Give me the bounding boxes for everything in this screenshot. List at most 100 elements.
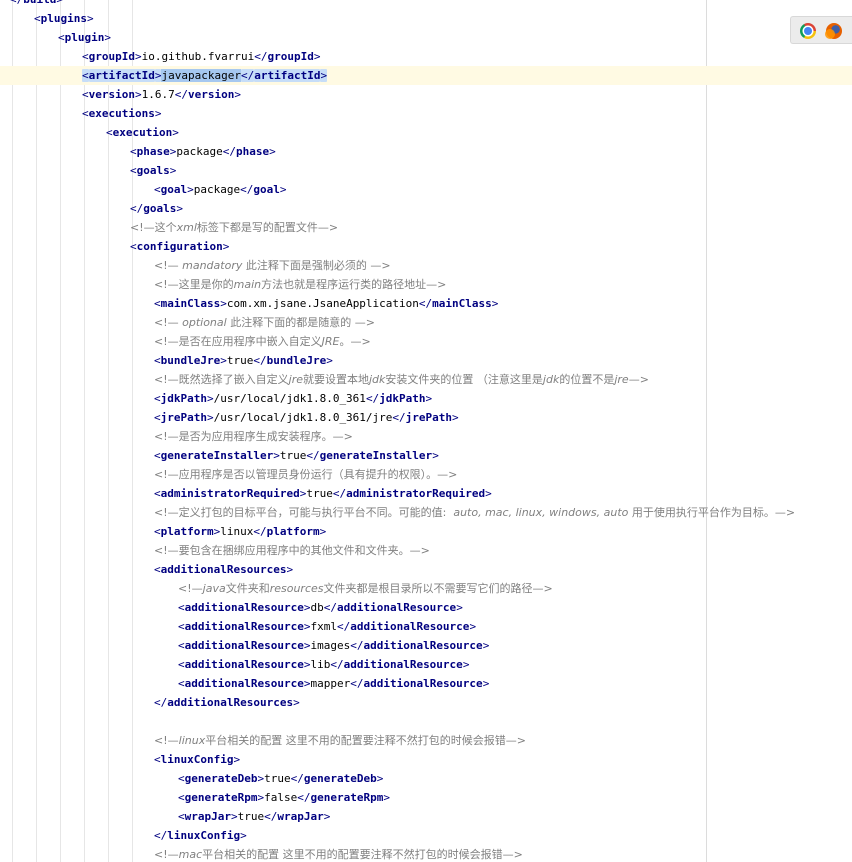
xml-comment: optional bbox=[182, 316, 227, 329]
tag-bracket: > bbox=[462, 658, 470, 671]
xml-tag-name: generateDeb bbox=[303, 772, 377, 785]
xml-comment: java bbox=[202, 582, 226, 595]
xml-comment: > bbox=[365, 316, 375, 329]
xml-tag-name: platform bbox=[266, 525, 320, 538]
code-line[interactable]: <!— mandatory 此注释下面是强制必须的 —> bbox=[0, 256, 852, 275]
code-line[interactable]: <additionalResources> bbox=[0, 560, 852, 579]
code-line[interactable]: <additionalResource>images</additionalRe… bbox=[0, 636, 852, 655]
code-line[interactable]: <bundleJre>true</bundleJre> bbox=[0, 351, 852, 370]
xml-tag-name: platform bbox=[160, 525, 214, 538]
tag-bracket: > bbox=[319, 525, 327, 538]
xml-comment: — bbox=[167, 848, 179, 861]
code-line[interactable]: <executions> bbox=[0, 104, 852, 123]
xml-comment: 的位置不是 bbox=[559, 373, 615, 386]
xml-comment: linux bbox=[178, 734, 206, 747]
code-line[interactable]: <additionalResource>lib</additionalResou… bbox=[0, 655, 852, 674]
code-line[interactable]: <jdkPath>/usr/local/jdk1.8.0_361</jdkPat… bbox=[0, 389, 852, 408]
code-line[interactable]: <additionalResource>mapper</additionalRe… bbox=[0, 674, 852, 693]
code-line[interactable]: <!—是否在应用程序中嵌入自定义JRE。—> bbox=[0, 332, 852, 351]
tag-bracket: > bbox=[482, 677, 490, 690]
code-line[interactable]: <!—是否为应用程序生成安装程序。—> bbox=[0, 427, 852, 446]
code-line[interactable]: <!— optional 此注释下面的都是随意的 —> bbox=[0, 313, 852, 332]
code-line[interactable]: <additionalResource>fxml</additionalReso… bbox=[0, 617, 852, 636]
xml-text-value: true bbox=[226, 354, 254, 367]
tag-bracket: > bbox=[176, 202, 183, 215]
code-line[interactable]: <!—既然选择了嵌入自定义jre就要设置本地jdk安装文件夹的位置 （注意这里是… bbox=[0, 370, 852, 389]
code-line[interactable]: <phase>package</phase> bbox=[0, 142, 852, 161]
tag-bracket: > bbox=[269, 145, 276, 158]
xml-text-value: images bbox=[310, 639, 351, 652]
tag-bracket: < bbox=[58, 31, 65, 44]
code-line[interactable]: <plugin> bbox=[0, 28, 852, 47]
code-line[interactable]: <linuxConfig> bbox=[0, 750, 852, 769]
tag-bracket: < bbox=[82, 50, 89, 63]
tag-bracket: </ bbox=[365, 392, 380, 405]
xml-tag-name: jdkPath bbox=[379, 392, 426, 405]
code-line[interactable]: <!—要包含在捆绑应用程序中的其他文件和文件夹。—> bbox=[0, 541, 852, 560]
xml-tag-name: bundleJre bbox=[266, 354, 327, 367]
xml-comment: jdk bbox=[369, 373, 386, 386]
code-line[interactable]: <configuration> bbox=[0, 237, 852, 256]
xml-comment: — bbox=[191, 582, 203, 595]
firefox-icon[interactable] bbox=[825, 23, 842, 39]
xml-comment: —这个 bbox=[143, 221, 177, 234]
code-line[interactable]: </build> bbox=[0, 0, 852, 9]
code-line[interactable] bbox=[0, 712, 852, 731]
xml-tag-name: additionalResource bbox=[184, 601, 304, 614]
code-line[interactable]: <additionalResource>db</additionalResour… bbox=[0, 598, 852, 617]
tag-bracket: < bbox=[106, 126, 113, 139]
tag-bracket: > bbox=[326, 354, 333, 367]
code-line[interactable]: <mainClass>com.xm.jsane.JsaneApplication… bbox=[0, 294, 852, 313]
code-line[interactable]: <!—定义打包的目标平台，可能与执行平台不同。可能的值: auto, mac, … bbox=[0, 503, 852, 522]
xml-comment: — bbox=[628, 373, 640, 386]
tag-bracket: </ bbox=[323, 601, 337, 614]
xml-tag-name: executions bbox=[88, 107, 155, 120]
code-line[interactable]: <goal>package</goal> bbox=[0, 180, 852, 199]
code-line[interactable]: <generateDeb>true</generateDeb> bbox=[0, 769, 852, 788]
code-line[interactable]: <generateRpm>false</generateRpm> bbox=[0, 788, 852, 807]
code-line[interactable]: <platform>linux</platform> bbox=[0, 522, 852, 541]
code-line[interactable]: <wrapJar>true</wrapJar> bbox=[0, 807, 852, 826]
tag-bracket: < bbox=[82, 107, 89, 120]
code-line[interactable]: <plugins> bbox=[0, 9, 852, 28]
xml-tag-name: plugins bbox=[40, 12, 87, 25]
tag-bracket: > bbox=[485, 487, 492, 500]
xml-text-value: mapper bbox=[310, 677, 351, 690]
xml-comment: <! bbox=[154, 430, 168, 443]
tag-bracket: > bbox=[293, 696, 300, 709]
xml-tag-name: additionalResource bbox=[184, 677, 304, 690]
code-line[interactable]: </additionalResources> bbox=[0, 693, 852, 712]
tag-bracket: > bbox=[172, 126, 179, 139]
xml-tag-name: goals bbox=[136, 164, 170, 177]
code-line[interactable]: <!—这里是你的main方法也就是程序运行类的路径地址—> bbox=[0, 275, 852, 294]
code-line[interactable]: <jrePath>/usr/local/jdk1.8.0_361/jre</jr… bbox=[0, 408, 852, 427]
code-line[interactable]: <!—这个xml标签下都是写的配置文件—> bbox=[0, 218, 852, 237]
xml-text-value: /usr/local/jdk1.8.0_361 bbox=[213, 392, 366, 405]
code-line[interactable]: <version>1.6.7</version> bbox=[0, 85, 852, 104]
tag-bracket: > bbox=[279, 183, 287, 196]
xml-comment: 标签下都是写的配置文件— bbox=[196, 221, 329, 234]
code-line[interactable]: <execution> bbox=[0, 123, 852, 142]
tag-bracket: </ bbox=[253, 354, 267, 367]
code-line[interactable]: <goals> bbox=[0, 161, 852, 180]
xml-text-value: db bbox=[310, 601, 324, 614]
code-line[interactable]: <generateInstaller>true</generateInstall… bbox=[0, 446, 852, 465]
code-line-current[interactable]: <artifactId>javapackager</artifactId> bbox=[0, 66, 852, 85]
tag-bracket: </ bbox=[306, 449, 320, 462]
code-line[interactable]: <!—mac平台相关的配置 这里不用的配置要注释不然打包的时候会报错—> bbox=[0, 845, 852, 862]
code-line[interactable]: <!—应用程序是否以管理员身份运行（具有提升的权限）。—> bbox=[0, 465, 852, 484]
code-line[interactable]: </goals> bbox=[0, 199, 852, 218]
chrome-icon[interactable] bbox=[800, 23, 816, 39]
xml-text-value: io.github.fvarrui bbox=[141, 50, 255, 63]
xml-comment: xml bbox=[176, 221, 197, 234]
xml-tag-name: additionalResources bbox=[167, 696, 294, 709]
code-line[interactable]: <groupId>io.github.fvarrui</groupId> bbox=[0, 47, 852, 66]
xml-comment: > bbox=[361, 335, 371, 348]
xml-comment: > bbox=[543, 582, 553, 595]
code-editor[interactable]: </build><plugins><plugin><groupId>io.git… bbox=[0, 0, 852, 862]
code-line[interactable]: <!—linux平台相关的配置 这里不用的配置要注释不然打包的时候会报错—> bbox=[0, 731, 852, 750]
code-line[interactable]: <!—java文件夹和resources文件夹都是根目录所以不需要写它们的路径—… bbox=[0, 579, 852, 598]
tag-bracket: > bbox=[220, 354, 227, 367]
code-line[interactable]: <administratorRequired>true</administrat… bbox=[0, 484, 852, 503]
code-line[interactable]: </linuxConfig> bbox=[0, 826, 852, 845]
